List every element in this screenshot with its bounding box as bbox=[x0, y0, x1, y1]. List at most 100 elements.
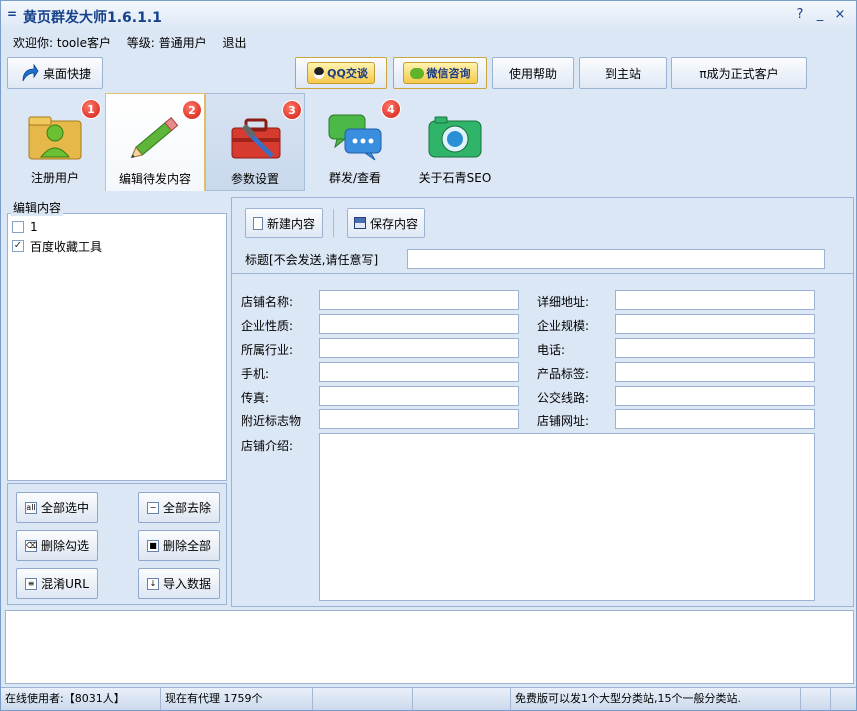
import-icon: ↓ bbox=[146, 577, 159, 590]
fax-input[interactable] bbox=[319, 386, 519, 406]
delete-all-button[interactable]: ■ 删除全部 bbox=[138, 530, 220, 561]
penguin-icon bbox=[314, 67, 325, 79]
welcome-line: 欢迎你: toole客户 等级: 普通用户 退出 bbox=[13, 34, 259, 51]
tab-about[interactable]: 关于石青SEO bbox=[405, 93, 505, 191]
phone-input[interactable] bbox=[615, 338, 815, 358]
status-cell-empty bbox=[801, 688, 831, 710]
save-content-label: 保存内容 bbox=[369, 216, 418, 231]
company-type-input[interactable] bbox=[319, 314, 519, 334]
list-item[interactable]: ✓ 百度收藏工具 bbox=[12, 237, 102, 255]
company-size-label: 企业规模: bbox=[537, 319, 590, 333]
system-menu-icon[interactable]: = bbox=[7, 7, 17, 21]
greeting-text: 欢迎你: toole客户 bbox=[13, 36, 111, 50]
tab-send-view[interactable]: 群发/查看 4 bbox=[305, 93, 405, 191]
content-list[interactable]: 1 ✓ 百度收藏工具 bbox=[7, 213, 227, 481]
camera-icon bbox=[428, 116, 482, 158]
desktop-shortcut-label: 桌面快捷 bbox=[42, 66, 91, 81]
tab-register-user[interactable]: 注册用户 1 bbox=[5, 93, 105, 191]
toolbar-separator bbox=[333, 209, 334, 237]
wechat-label: 微信咨询 bbox=[426, 67, 471, 80]
help-label: 使用帮助 bbox=[508, 66, 557, 81]
shop-url-input[interactable] bbox=[615, 409, 815, 429]
deselect-all-label: 全部去除 bbox=[162, 501, 211, 515]
qq-chat-label: QQ交谈 bbox=[327, 67, 368, 80]
document-icon: ≡ bbox=[25, 577, 38, 590]
status-cell-empty bbox=[313, 688, 413, 710]
landmark-input[interactable] bbox=[319, 409, 519, 429]
landmark-label: 附近标志物 bbox=[241, 414, 302, 428]
help-button[interactable]: 使用帮助 bbox=[492, 57, 574, 89]
deselect-all-button[interactable]: − 全部去除 bbox=[138, 492, 220, 523]
help-window-button[interactable]: ? bbox=[791, 6, 809, 24]
select-all-label: 全部选中 bbox=[40, 501, 89, 515]
intro-label: 店铺介绍: bbox=[241, 439, 294, 453]
list-actions-panel: all 全部选中 − 全部去除 ⌫ 删除勾选 ■ 删除全部 ≡ 混淆URL ↓ … bbox=[7, 483, 227, 605]
delete-all-label: 删除全部 bbox=[162, 539, 211, 553]
mix-url-label: 混淆URL bbox=[41, 577, 89, 591]
save-content-button[interactable]: 保存内容 bbox=[347, 208, 425, 238]
pencil-icon bbox=[130, 117, 179, 159]
become-customer-label: π成为正式客户 bbox=[699, 66, 779, 81]
new-content-label: 新建内容 bbox=[266, 216, 315, 231]
company-type-label: 企业性质: bbox=[241, 319, 294, 333]
desktop-shortcut-button[interactable]: 桌面快捷 bbox=[7, 57, 103, 89]
shop-name-label: 店铺名称: bbox=[241, 295, 294, 309]
tab-label: 参数设置 bbox=[230, 172, 279, 186]
tab-label: 注册用户 bbox=[30, 171, 79, 185]
free-version-notice: 免费版可以发1个大型分类站,15个一般分类站. bbox=[511, 688, 801, 710]
main-site-button[interactable]: 到主站 bbox=[579, 57, 667, 89]
mix-url-button[interactable]: ≡ 混淆URL bbox=[16, 568, 98, 599]
address-label: 详细地址: bbox=[537, 295, 590, 309]
toolbox-icon bbox=[231, 118, 281, 159]
tab-badge: 1 bbox=[81, 99, 101, 119]
title-bar: = 黄页群发大师1.6.1.1 ? _ × bbox=[1, 1, 856, 31]
delete-checked-button[interactable]: ⌫ 删除勾选 bbox=[16, 530, 98, 561]
address-input[interactable] bbox=[615, 290, 815, 310]
deselect-icon: − bbox=[146, 501, 159, 514]
industry-label: 所属行业: bbox=[241, 343, 294, 357]
new-file-icon bbox=[252, 216, 263, 230]
curved-arrow-icon bbox=[22, 63, 39, 82]
chat-bubbles-icon bbox=[328, 114, 382, 161]
tab-edit-content[interactable]: 编辑待发内容 2 bbox=[105, 93, 205, 191]
product-tags-input[interactable] bbox=[615, 362, 815, 382]
tab-label: 关于石青SEO bbox=[418, 171, 492, 185]
mobile-input[interactable] bbox=[319, 362, 519, 382]
wechat-pill: 微信咨询 bbox=[402, 62, 478, 84]
tab-label: 群发/查看 bbox=[328, 171, 382, 185]
select-all-button[interactable]: all 全部选中 bbox=[16, 492, 98, 523]
wechat-icon bbox=[409, 67, 424, 79]
tab-badge: 2 bbox=[182, 100, 202, 120]
wechat-button[interactable]: 微信咨询 bbox=[393, 57, 487, 89]
new-content-button[interactable]: 新建内容 bbox=[245, 208, 323, 238]
log-output[interactable] bbox=[5, 610, 854, 684]
group-title: 编辑内容 bbox=[11, 199, 64, 216]
app-window: = 黄页群发大师1.6.1.1 ? _ × 欢迎你: toole客户 等级: 普… bbox=[0, 0, 857, 711]
list-item-label: 百度收藏工具 bbox=[30, 239, 103, 254]
tab-badge: 4 bbox=[381, 99, 401, 119]
qq-chat-button[interactable]: QQ交谈 bbox=[295, 57, 387, 89]
list-item-label: 1 bbox=[30, 220, 38, 234]
intro-textarea[interactable] bbox=[319, 433, 815, 601]
bus-route-input[interactable] bbox=[615, 386, 815, 406]
shop-name-input[interactable] bbox=[319, 290, 519, 310]
industry-input[interactable] bbox=[319, 338, 519, 358]
import-data-button[interactable]: ↓ 导入数据 bbox=[138, 568, 220, 599]
close-button[interactable]: × bbox=[831, 6, 849, 24]
become-customer-button[interactable]: π成为正式客户 bbox=[671, 57, 807, 89]
title-input[interactable] bbox=[407, 249, 825, 269]
title-label: 标题[不会发送,请任意写] bbox=[245, 253, 379, 267]
qq-pill: QQ交谈 bbox=[307, 62, 375, 84]
list-item[interactable]: 1 bbox=[12, 218, 38, 236]
status-bar: 在线使用者:【8031人】 现在有代理 1759个 免费版可以发1个大型分类站,… bbox=[1, 687, 856, 710]
minimize-button[interactable]: _ bbox=[811, 6, 829, 24]
proxy-status: 现在有代理 1759个 bbox=[161, 688, 313, 710]
logout-link[interactable]: 退出 bbox=[222, 36, 246, 50]
company-size-input[interactable] bbox=[615, 314, 815, 334]
eraser-icon: ⌫ bbox=[24, 539, 38, 552]
item-checkbox[interactable] bbox=[12, 221, 24, 233]
tab-settings[interactable]: 参数设置 3 bbox=[205, 93, 305, 191]
item-checkbox[interactable]: ✓ bbox=[12, 240, 24, 252]
main-site-label: 到主站 bbox=[604, 66, 641, 81]
status-cell-empty bbox=[413, 688, 511, 710]
